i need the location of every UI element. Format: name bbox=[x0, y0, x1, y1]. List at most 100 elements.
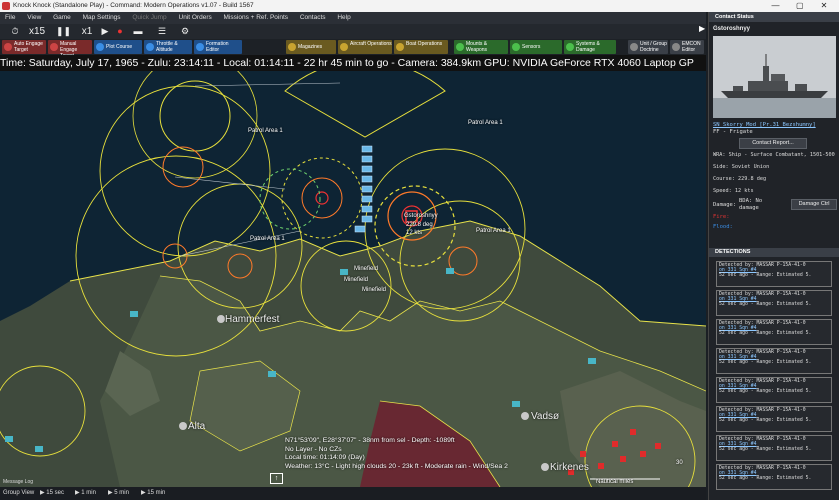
manual-engage-button[interactable]: Manual Engage Target bbox=[48, 40, 92, 59]
menu-quick-jump[interactable]: Quick Jump bbox=[127, 12, 171, 24]
throttle-altitude-button[interactable]: Throttle & Altitude bbox=[144, 40, 192, 54]
cursor-layer: No Layer - No CZs bbox=[285, 445, 342, 453]
time-status-bar: Time: Saturday, July 17, 1965 - Zulu: 23… bbox=[0, 55, 706, 71]
record-icon[interactable]: ● bbox=[114, 25, 126, 38]
patrol-area-label[interactable]: Patrol Area 1 bbox=[468, 120, 503, 126]
expand-up-icon[interactable]: ↑ bbox=[270, 473, 283, 484]
systems-icon bbox=[566, 43, 574, 51]
cursor-info: N71°53'09", E28°37'07" - 38nm from sel -… bbox=[285, 437, 535, 471]
pause-button[interactable]: ❚❚ bbox=[56, 25, 71, 38]
damage-control-button[interactable]: Damage Ctrl bbox=[791, 199, 837, 210]
detection-item[interactable]: Detected by: MASSAR P-15A-41-0 on 331 Sqn… bbox=[716, 348, 832, 374]
flood-label: Flood: bbox=[713, 224, 733, 230]
emcon-icon bbox=[672, 43, 680, 51]
tactical-map[interactable]: Patrol Area 1 Patrol Area 1 Patrol Area … bbox=[0, 71, 706, 487]
scale-value: 30 bbox=[676, 460, 683, 466]
window-title: Knock Knock (Standalone Play) - Command:… bbox=[13, 2, 254, 9]
engage-icon bbox=[4, 43, 12, 51]
city-label-hammerfest: Hammerfest bbox=[225, 314, 280, 325]
magazine-icon bbox=[288, 43, 296, 51]
menu-unit-orders[interactable]: Unit Orders bbox=[174, 12, 217, 24]
detection-item[interactable]: Detected by: MASSAR P-15A-41-0 on 331 Sqn… bbox=[716, 406, 832, 432]
class-link[interactable]: SN Skorry Mod [Pr.31 Bezshumny] bbox=[713, 122, 816, 128]
minefield-label[interactable]: Minefield bbox=[344, 277, 368, 283]
menu-file[interactable]: File bbox=[0, 12, 20, 24]
throttle-icon bbox=[146, 43, 154, 51]
selected-unit-course: 229.8 deg bbox=[406, 222, 433, 228]
patrol-area-label[interactable]: Patrol Area 1 bbox=[250, 236, 285, 242]
cursor-weather: Weather: 13°C - Light high clouds 20 - 2… bbox=[285, 462, 508, 470]
menu-view[interactable]: View bbox=[22, 12, 46, 24]
minefield-label[interactable]: Minefield bbox=[354, 266, 378, 272]
minimize-button[interactable]: — bbox=[765, 0, 787, 12]
message-log-tab[interactable]: Message Log bbox=[3, 478, 33, 487]
step-15min-button[interactable]: ▶ 15 min bbox=[141, 487, 165, 500]
doctrine-button[interactable]: Unit / Group Doctrine bbox=[628, 40, 668, 54]
systems-damage-button[interactable]: Systems & Damage bbox=[564, 40, 616, 54]
aircraft-operations-button[interactable]: Aircraft Operations bbox=[338, 40, 392, 54]
maximize-button[interactable]: ▢ bbox=[789, 0, 811, 12]
menu-bar: File View Game Map Settings Quick Jump U… bbox=[0, 12, 706, 24]
sensors-icon bbox=[512, 43, 520, 51]
boat-icon bbox=[396, 43, 404, 51]
fire-label: Fire: bbox=[713, 214, 730, 220]
damage-label: Damage: bbox=[713, 202, 737, 208]
collapse-arrow-icon[interactable]: ▶ bbox=[699, 24, 707, 38]
emcon-editor-button[interactable]: EMCON Editor bbox=[670, 40, 704, 54]
cursor-local-time: Local time: 01:14:09 (Day) bbox=[285, 454, 365, 461]
step-5min-button[interactable]: ▶ 5 min bbox=[108, 487, 129, 500]
city-label-alta: Alta bbox=[188, 421, 206, 432]
detection-item[interactable]: Detected by: MASSAR P-15A-41-0 on 331 Sqn… bbox=[716, 464, 832, 490]
plot-course-button[interactable]: Plot Course bbox=[94, 40, 142, 54]
engage-icon bbox=[50, 43, 58, 51]
window-titlebar: Knock Knock (Standalone Play) - Command:… bbox=[0, 0, 839, 12]
list-icon[interactable]: ☰ bbox=[154, 25, 170, 38]
contact-speed: Speed: 12 kts bbox=[713, 188, 754, 194]
contact-course: Course: 229.8 deg bbox=[713, 176, 767, 182]
city-label-kirkenes: Kirkenes bbox=[550, 462, 589, 473]
aircraft-icon bbox=[340, 43, 348, 51]
camera-icon[interactable]: ▬ bbox=[130, 25, 146, 38]
menu-missions[interactable]: Missions + Ref. Points bbox=[219, 12, 293, 24]
menu-game[interactable]: Game bbox=[48, 12, 76, 24]
detection-item[interactable]: Detected by: MASSAR P-15A-41-0 on 331 Sqn… bbox=[716, 290, 832, 316]
detection-item[interactable]: Detected by: MASSAR P-15A-41-0 on 331 Sqn… bbox=[716, 435, 832, 461]
detection-item[interactable]: Detected by: MASSAR P-15A-41-0 on 331 Sqn… bbox=[716, 377, 832, 403]
mounts-weapons-button[interactable]: Mounts & Weapons bbox=[454, 40, 508, 54]
selected-unit-speed: 12 kts bbox=[406, 230, 423, 236]
panel-header: Contact Status bbox=[709, 12, 839, 22]
patrol-area-label[interactable]: Patrol Area 1 bbox=[476, 228, 511, 234]
sensors-button[interactable]: Sensors bbox=[510, 40, 562, 54]
contact-report-button[interactable]: Contact Report... bbox=[739, 138, 807, 149]
detection-item[interactable]: Detected by: MASSAR P-15A-41-0 on 331 Sqn… bbox=[716, 261, 832, 287]
ship-image bbox=[713, 36, 836, 118]
boat-operations-button[interactable]: Boat Operations bbox=[394, 40, 448, 54]
bda-status: BDA: No damage bbox=[739, 198, 763, 211]
detection-item[interactable]: Detected by: MASSAR P-15A-41-0 on 331 Sqn… bbox=[716, 319, 832, 345]
cursor-coords: N71°53'09", E28°37'07" - 38nm from sel -… bbox=[285, 437, 455, 444]
selected-unit-label[interactable]: Gstoroshnyy bbox=[404, 213, 438, 219]
minefield-label[interactable]: Minefield bbox=[362, 287, 386, 293]
detections-header: DETECTIONS bbox=[709, 248, 839, 257]
menu-help[interactable]: Help bbox=[332, 12, 355, 24]
city-label-vadso: Vadsø bbox=[531, 411, 560, 422]
menu-contacts[interactable]: Contacts bbox=[295, 12, 331, 24]
contact-side: Side: Soviet Union bbox=[713, 164, 770, 170]
unit-type: FF - Frigate bbox=[713, 129, 753, 135]
step-readout: x1 bbox=[81, 26, 93, 37]
close-button[interactable]: ✕ bbox=[813, 0, 835, 12]
menu-map-settings[interactable]: Map Settings bbox=[78, 12, 126, 24]
step-15sec-button[interactable]: ▶ 15 sec bbox=[40, 487, 64, 500]
step-1min-button[interactable]: ▶ 1 min bbox=[75, 487, 96, 500]
clock-icon[interactable]: ⏱ bbox=[8, 25, 22, 38]
contact-status-panel: ▶ Contact Status Gstoroshnyy SN Skorry M… bbox=[699, 12, 839, 500]
play-icon[interactable]: ▶ bbox=[100, 25, 110, 38]
scale-label: Nautical miles bbox=[596, 479, 634, 485]
magazines-button[interactable]: Magazines bbox=[286, 40, 336, 54]
patrol-area-label[interactable]: Patrol Area 1 bbox=[248, 128, 283, 134]
formation-editor-button[interactable]: Formation Editor bbox=[194, 40, 242, 54]
weapons-icon bbox=[456, 43, 464, 51]
auto-engage-button[interactable]: Auto Engage Target bbox=[2, 40, 46, 54]
settings-gear-icon[interactable]: ⚙ bbox=[178, 25, 192, 38]
group-view-button[interactable]: Group View bbox=[3, 487, 34, 500]
